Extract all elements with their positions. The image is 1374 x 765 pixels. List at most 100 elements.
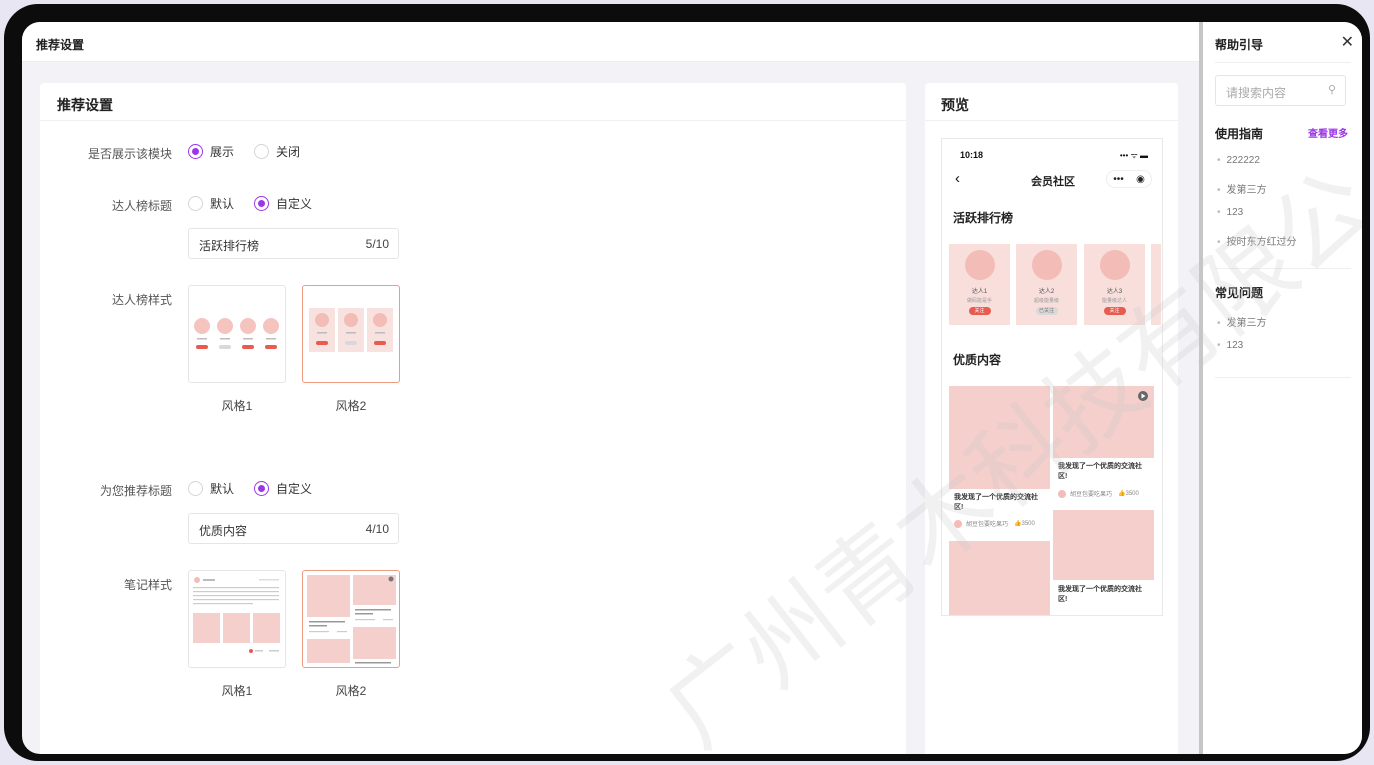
- radio-recommend-custom-circle: [254, 481, 270, 496]
- help-panel: 帮助引导 ✕ 请搜索内容 ⚲ 使用指南 查看更多 222222 发第三方 123…: [1203, 22, 1362, 754]
- note-author: 胡豆包要吃果巧: [966, 522, 1009, 528]
- guide-more-link[interactable]: 查看更多: [1308, 125, 1348, 140]
- note-style-1-option[interactable]: [188, 570, 286, 668]
- note-style-2-caption: 风格2: [335, 684, 367, 698]
- page-title: 推荐设置: [36, 38, 85, 52]
- talent-title-label: 达人榜标题: [111, 199, 172, 213]
- note-image: [949, 386, 1050, 489]
- phone-time: 10:18: [960, 150, 984, 160]
- guide-item[interactable]: 发第三方: [1217, 181, 1267, 196]
- divider: [1215, 268, 1351, 269]
- radio-recommend-custom[interactable]: 自定义: [254, 480, 312, 497]
- note-text: 我发现了一个优质的交流社区!: [1058, 585, 1150, 605]
- note-style-1-caption: 风格1: [221, 684, 253, 698]
- search-icon: ⚲: [1327, 84, 1336, 96]
- guide-title: 使用指南: [1215, 127, 1264, 141]
- radio-talent-custom[interactable]: 自定义: [254, 195, 312, 212]
- faq-title: 常见问题: [1215, 286, 1264, 300]
- talent-desc: 能量级达人: [1101, 298, 1127, 304]
- show-module-radio-group: 展示 关闭: [188, 143, 320, 160]
- note-meta: 胡豆包要吃果巧 👍 3500: [954, 519, 1035, 528]
- search-placeholder: 请搜索内容: [1226, 86, 1287, 100]
- talent-style-2-caption: 风格2: [335, 399, 367, 413]
- recommend-title-input[interactable]: 优质内容 4/10: [188, 513, 399, 544]
- radio-close[interactable]: 关闭: [254, 143, 300, 160]
- note-likes: 3500: [1125, 490, 1139, 497]
- talent-title-input[interactable]: 活跃排行榜 5/10: [188, 228, 399, 259]
- talent-style-label: 达人榜样式: [111, 293, 172, 307]
- preview-card-title: 预览: [925, 83, 1178, 121]
- note-style-label: 笔记样式: [123, 578, 172, 592]
- note-image: [1053, 510, 1154, 580]
- guide-item[interactable]: 按时东方红过分: [1217, 233, 1297, 248]
- recommend-title-radio-group: 默认 自定义: [188, 480, 332, 497]
- more-icon: •••: [1113, 173, 1124, 185]
- talent-name: 达人3: [1106, 289, 1123, 295]
- video-play-icon: [1138, 391, 1148, 401]
- talent-name: 达人2: [1038, 289, 1055, 295]
- show-module-label: 是否展示该模块: [87, 147, 172, 161]
- note-author: 胡豆包要吃果巧: [1070, 492, 1113, 498]
- talent-style-1-caption: 风格1: [221, 399, 253, 413]
- radio-recommend-default-circle: [188, 481, 203, 496]
- avatar: [1099, 250, 1130, 280]
- recommend-title-counter: 4/10: [365, 522, 389, 536]
- talent-card-partial: [1151, 244, 1161, 325]
- talent-desc: 超级能量级: [1033, 298, 1059, 304]
- talent-style-2-thumbnail: [309, 308, 393, 352]
- talent-desc: 做码能是手: [966, 298, 992, 304]
- ranking-title: 活跃排行榜: [953, 211, 1014, 225]
- talent-title-radio-group: 默认 自定义: [188, 195, 332, 212]
- avatar: [964, 250, 995, 280]
- radio-recommend-default[interactable]: 默认: [188, 480, 234, 497]
- like-icon: 👍: [1014, 521, 1022, 527]
- device-frame: 推荐设置 推荐设置 是否展示该模块 展示 关闭 达人榜标题 默认 自定义 活跃排…: [4, 4, 1370, 761]
- radio-recommend-default-label: 默认: [210, 482, 235, 496]
- help-title: 帮助引导: [1215, 38, 1264, 52]
- like-icon: 👍: [1118, 491, 1126, 497]
- talent-title-value: 活跃排行榜: [199, 239, 260, 253]
- talent-style-2-option[interactable]: [302, 285, 400, 383]
- settings-card-title: 推荐设置: [40, 83, 906, 121]
- close-icon[interactable]: ✕: [1341, 32, 1354, 52]
- talent-title-counter: 5/10: [365, 237, 389, 251]
- divider: [1215, 62, 1351, 63]
- content-title: 优质内容: [953, 353, 1002, 367]
- phone-signal-icon: ••• ᯤ ▬: [1119, 151, 1148, 160]
- talent-card: 达人2 超级能量级 已关注: [1016, 244, 1077, 325]
- note-style-2-option[interactable]: [302, 570, 400, 668]
- guide-item[interactable]: 222222: [1217, 155, 1260, 166]
- faq-item[interactable]: 123: [1217, 340, 1244, 351]
- note-text: 我发现了一个优质的交流社区!: [1058, 462, 1150, 482]
- settings-card: 推荐设置 是否展示该模块 展示 关闭 达人榜标题 默认 自定义 活跃排行榜 5/…: [40, 83, 906, 754]
- miniprogram-capsule: ••• ◉: [1106, 170, 1152, 188]
- author-avatar: [954, 519, 962, 528]
- follow-button: 关注: [968, 307, 991, 315]
- note-style-2-thumbnail: [307, 575, 396, 664]
- followed-button: 已关注: [1035, 307, 1058, 315]
- recommend-title-value: 优质内容: [199, 524, 248, 538]
- author-avatar: [1058, 489, 1066, 498]
- app-screen: 推荐设置 推荐设置 是否展示该模块 展示 关闭 达人榜标题 默认 自定义 活跃排…: [22, 22, 1362, 754]
- radio-talent-default[interactable]: 默认: [188, 195, 234, 212]
- radio-recommend-custom-label: 自定义: [276, 482, 313, 496]
- radio-close-label: 关闭: [276, 145, 301, 159]
- faq-item[interactable]: 发第三方: [1217, 314, 1267, 329]
- talent-card: 达人1 做码能是手 关注: [949, 244, 1010, 325]
- note-image: [949, 541, 1050, 615]
- talent-card: 达人3 能量级达人 关注: [1084, 244, 1145, 325]
- help-search-input[interactable]: 请搜索内容 ⚲: [1215, 75, 1346, 106]
- divider: [1215, 377, 1351, 378]
- radio-show-circle: [188, 144, 203, 159]
- avatar: [1031, 250, 1062, 280]
- talent-style-1-thumbnail: [194, 318, 279, 349]
- phone-preview: 10:18 ••• ᯤ ▬ ‹ 会员社区 ••• ◉ 活跃排行榜 达人1 做码能…: [941, 138, 1163, 616]
- note-style-1-thumbnail: [193, 577, 280, 653]
- page-header: 推荐设置: [22, 22, 1199, 62]
- guide-item[interactable]: 123: [1217, 207, 1244, 218]
- follow-button: 关注: [1103, 307, 1126, 315]
- radio-talent-custom-circle: [254, 196, 270, 211]
- radio-talent-custom-label: 自定义: [276, 197, 313, 211]
- radio-show[interactable]: 展示: [188, 143, 234, 160]
- talent-style-1-option[interactable]: [188, 285, 286, 383]
